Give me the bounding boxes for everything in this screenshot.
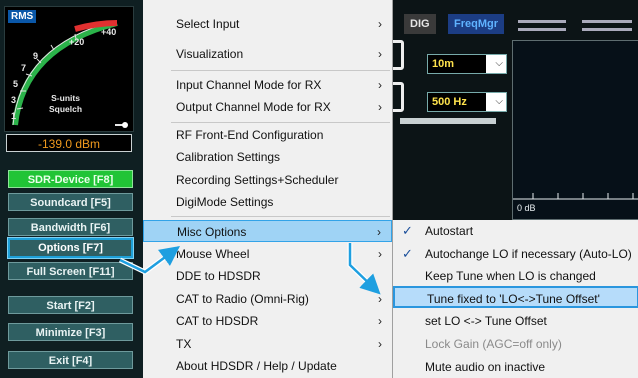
meter-tick-label: 7	[21, 63, 27, 73]
options-button[interactable]: Options [F7]	[7, 237, 134, 259]
submenu-item-autostart[interactable]: ✓ Autostart	[393, 220, 638, 242]
s-units-label: S-units	[51, 93, 80, 103]
start-button[interactable]: Start [F2]	[8, 296, 133, 314]
meter-tick-label: 3	[11, 95, 17, 105]
checkmark-icon: ✓	[402, 223, 413, 238]
soundcard-button[interactable]: Soundcard [F5]	[8, 193, 133, 211]
submenu-item-keep-tune[interactable]: Keep Tune when LO is changed	[393, 265, 638, 287]
menu-item-tx[interactable]: TX ›	[143, 333, 392, 355]
meter-labels: S-units Squelch	[49, 93, 82, 115]
menu-item-cat-hdsdr[interactable]: CAT to HDSDR ›	[143, 310, 392, 332]
menu-item-digimode[interactable]: DigiMode Settings	[143, 191, 392, 213]
menu-separator	[171, 122, 390, 123]
submenu-arrow-icon: ›	[378, 78, 382, 92]
submenu-item-set-lo-offset[interactable]: set LO <-> Tune Offset	[393, 310, 638, 332]
band-select[interactable]: 10m ⌵	[427, 54, 507, 74]
spectrum-grid	[513, 193, 638, 200]
menu-item-dde[interactable]: DDE to HDSDR	[143, 265, 392, 287]
spectrum-scale-label: 0 dB	[517, 203, 536, 213]
submenu-arrow-icon: ›	[378, 47, 382, 61]
bandwidth-button[interactable]: Bandwidth [F6]	[8, 218, 133, 236]
menu-item-calibration[interactable]: Calibration Settings	[143, 146, 392, 168]
submenu-arrow-icon: ›	[378, 314, 382, 328]
signal-level-readout: -139.0 dBm	[6, 134, 132, 152]
bandwidth-select-value: 500 Hz	[428, 93, 486, 111]
menu-item-select-input[interactable]: Select Input ›	[143, 13, 392, 35]
dig-button[interactable]: DIG	[404, 14, 436, 34]
submenu-arrow-icon: ›	[378, 337, 382, 351]
submenu-arrow-icon: ›	[377, 225, 381, 239]
left-control-panel: RMS +40 +20 9 7 5 3 1 S-units Squelch -1…	[0, 0, 143, 378]
menu-item-mouse-wheel[interactable]: Mouse Wheel ›	[143, 243, 392, 265]
meter-tick-label: 1	[11, 111, 17, 121]
rms-badge[interactable]: RMS	[8, 10, 37, 23]
menu-item-cat-radio[interactable]: CAT to Radio (Omni-Rig) ›	[143, 288, 392, 310]
submenu-item-lock-gain[interactable]: Lock Gain (AGC=off only)	[393, 333, 638, 355]
menu-item-misc-options[interactable]: Misc Options ›	[143, 220, 392, 242]
bandwidth-select[interactable]: 500 Hz ⌵	[427, 92, 507, 112]
submenu-item-mute-audio[interactable]: Mute audio on inactive	[393, 356, 638, 378]
top-sliders[interactable]	[512, 14, 638, 34]
options-context-menu: Select Input › Visualization › Input Chann…	[143, 0, 393, 378]
meter-tick-label: 5	[13, 79, 19, 89]
meter-tick-label: +20	[69, 37, 85, 47]
submenu-arrow-icon: ›	[378, 247, 382, 261]
chevron-down-icon: ⌵	[495, 58, 503, 69]
band-select-value: 10m	[428, 55, 486, 73]
menu-item-about[interactable]: About HDSDR / Help / Update	[143, 355, 392, 377]
exit-button[interactable]: Exit [F4]	[8, 351, 133, 369]
meter-tick-label: 9	[33, 51, 39, 61]
spectrum-display[interactable]: 0 dB	[512, 40, 638, 220]
full-screen-button[interactable]: Full Screen [F11]	[8, 262, 133, 280]
chevron-down-icon: ⌵	[495, 96, 503, 107]
menu-separator	[171, 216, 390, 217]
submenu-arrow-icon: ›	[378, 100, 382, 114]
submenu-arrow-icon: ›	[378, 17, 382, 31]
sdr-device-button[interactable]: SDR-Device [F8]	[8, 170, 133, 188]
s-meter: RMS +40 +20 9 7 5 3 1 S-units Squelch	[4, 6, 134, 132]
menu-item-rf-frontend[interactable]: RF Front-End Configuration	[143, 124, 392, 146]
submenu-item-auto-lo[interactable]: ✓ Autochange LO if necessary (Auto-LO)	[393, 243, 638, 265]
menu-item-input-channel-mode[interactable]: Input Channel Mode for RX ›	[143, 74, 392, 96]
minimize-button[interactable]: Minimize [F3]	[8, 323, 133, 341]
freqmgr-button[interactable]: FreqMgr	[448, 14, 504, 34]
meter-tick-label: +40	[101, 27, 117, 37]
misc-options-submenu: ✓ Autostart ✓ Autochange LO if necessary (…	[392, 220, 638, 378]
squelch-label[interactable]: Squelch	[49, 104, 82, 115]
submenu-arrow-icon: ›	[378, 292, 382, 306]
menu-item-visualization[interactable]: Visualization ›	[143, 43, 392, 65]
checkmark-icon: ✓	[402, 246, 413, 261]
slider-track[interactable]	[400, 118, 496, 124]
menu-item-output-channel-mode[interactable]: Output Channel Mode for RX ›	[143, 96, 392, 118]
menu-separator	[171, 70, 390, 71]
menu-item-recording[interactable]: Recording Settings+Scheduler	[143, 169, 392, 191]
submenu-item-tune-fixed[interactable]: Tune fixed to 'LO<->Tune Offset'	[393, 286, 638, 308]
